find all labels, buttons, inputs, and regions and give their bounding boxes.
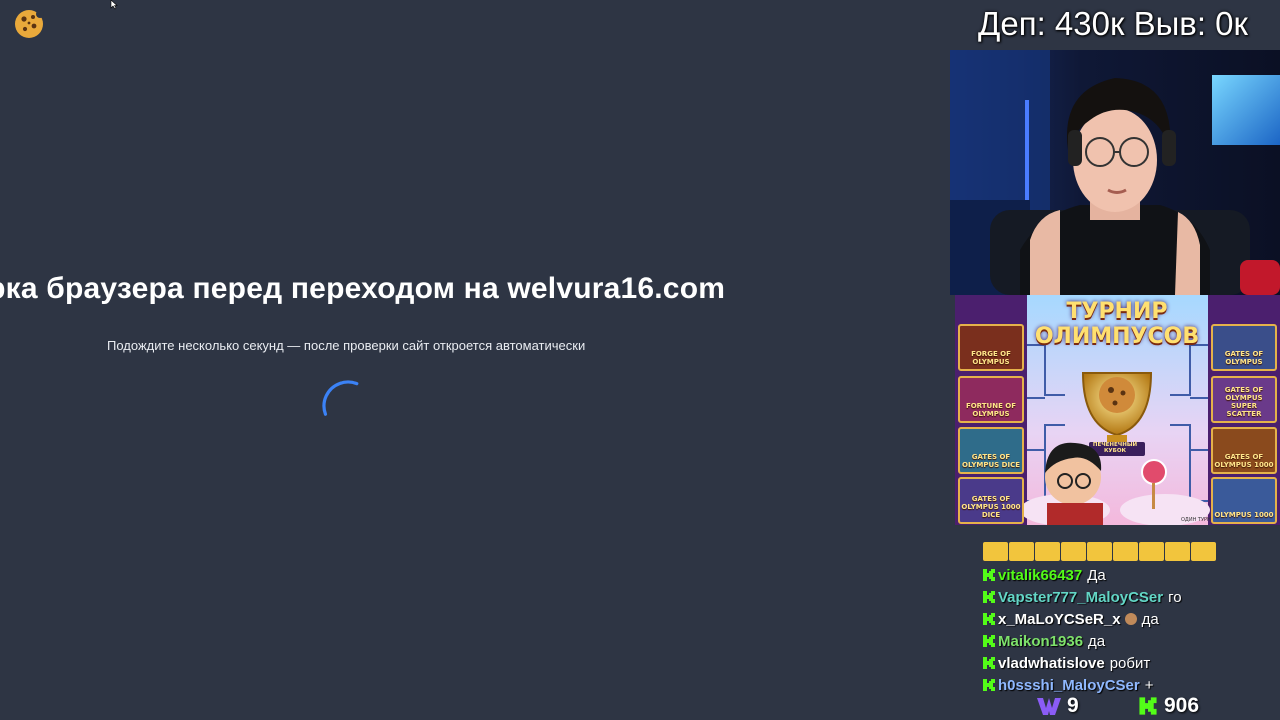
banner-title-line1: ТУРНИР [1066,299,1168,324]
chat-username[interactable]: x_MaLoYCSeR_x [998,611,1121,628]
chat-text: робит [1109,654,1151,672]
game-tile: GATES OF OLYMPUS [1211,324,1277,371]
kick-icon [983,591,995,603]
chat-text: + [1144,676,1154,694]
banner-title: ТУРНИР ОЛИМПУСОВ [1017,299,1217,349]
banner-title-line2: ОЛИМПУСОВ [1034,324,1200,349]
subs-badge-icon [1037,698,1061,715]
chat-text: го [1168,588,1182,606]
chat-message: Vapster777_MaloyCSer го [982,586,1182,608]
crown-icon [1061,542,1086,561]
viewers-counter: 906 [1138,694,1199,718]
chat-username[interactable]: h0ssshi_MaloyCSer [998,677,1140,694]
crown-icon [1191,542,1216,561]
game-tile: FORGE OF OLYMPUS [958,324,1024,371]
page-title: верка браузера перед переходом на welvur… [0,272,726,305]
subs-counter: 9 [1037,694,1079,718]
game-tile: GATES OF OLYMPUS DICE [958,427,1024,474]
subs-count: 9 [1067,694,1079,717]
crown-icon [1139,542,1164,561]
cookie-logo-icon[interactable] [14,9,44,39]
kick-icon [983,657,995,669]
chat-message: vitalik66437 Да [982,564,1106,586]
chat-username[interactable]: Vapster777_MaloyCSer [998,589,1163,606]
chat-message: Maikon1936 да [982,630,1105,652]
crown-icon [1009,542,1034,561]
chat-message: vladwhatislove робит [982,652,1150,674]
chat-text: Да [1087,566,1106,584]
cursor-icon [110,0,118,10]
crown-icon [983,542,1008,561]
crown-icon [1035,542,1060,561]
kick-icon [983,635,995,647]
chat-message: h0ssshi_MaloyCSer + [982,674,1154,696]
crown-icon [1087,542,1112,561]
cup-label: ПЕЧЕНЕЧНЫЙ КУБОК [1092,442,1138,454]
crown-icon [1165,542,1190,561]
chat-username[interactable]: vladwhatislove [998,655,1105,672]
chat-text: да [1141,610,1159,628]
kick-icon [1139,697,1157,715]
loading-spinner-icon [322,380,374,432]
crown-icon [1113,542,1138,561]
viewers-count: 906 [1164,694,1200,717]
kick-icon [983,613,995,625]
game-tile: OLYMPUS 1000 [1211,477,1277,524]
kick-icon [983,679,995,691]
chat-message: x_MaLoYCSeR_x да [982,608,1159,630]
webcam-image [950,50,1280,295]
emote-icon [1124,613,1137,625]
game-tile: GATES OF OLYMPUS SUPER SCATTER [1211,376,1277,423]
chat-text: да [1088,632,1106,650]
chat-username[interactable]: vitalik66437 [998,567,1082,584]
deposit-withdraw-stats: Деп: 430к Выв: 0к [978,5,1248,42]
game-tile: GATES OF OLYMPUS 1000 [1211,427,1277,474]
tournament-banner[interactable]: ТУРНИР ОЛИМПУСОВ ПЕЧЕНЕЧНЫЙ КУБОК ОДИН Т… [955,295,1280,525]
page-subtitle: Подождите несколько секунд — после прове… [107,338,586,353]
webcam-feed [950,50,1280,295]
kick-icon [983,569,995,581]
game-tile: GATES OF OLYMPUS 1000 DICE [958,477,1024,524]
badge-row [983,542,1216,562]
game-tile: FORTUNE OF OLYMPUS [958,376,1024,423]
chat-username[interactable]: Maikon1936 [998,633,1083,650]
